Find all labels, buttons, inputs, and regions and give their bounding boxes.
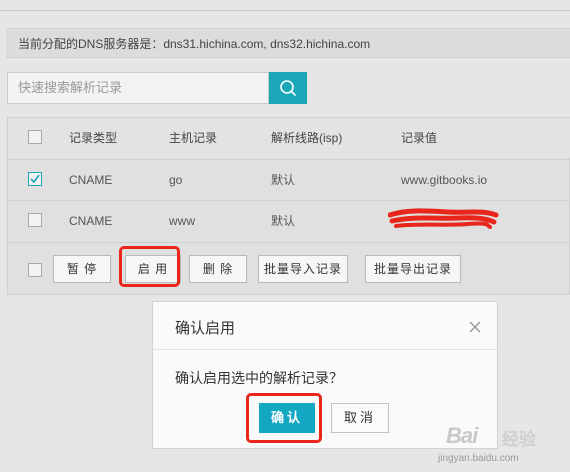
header-host-record: 主机记录 <box>169 131 218 145</box>
enable-button-highlight <box>119 246 180 287</box>
table-row[interactable]: CNAME go 默认 www.gitbooks.io <box>8 159 570 200</box>
top-divider <box>0 10 570 11</box>
row-checkbox[interactable] <box>28 213 42 227</box>
cancel-button[interactable]: 取消 <box>331 403 389 433</box>
dns-records-table: 记录类型 主机记录 解析线路(isp) 记录值 CNAME go 默认 www.… <box>7 117 570 295</box>
baidu-jingyan-watermark: Bai 经验 jingyan.baidu.com <box>432 417 570 472</box>
record-value: www.gitbooks.io <box>401 173 488 187</box>
close-icon[interactable] <box>469 321 481 333</box>
batch-actions-bar: 暂 停 启 用 删 除 批量导入记录 批量导出记录 <box>8 242 570 295</box>
dialog-divider <box>153 349 497 350</box>
delete-button[interactable]: 删 除 <box>189 255 247 283</box>
confirm-button-highlight <box>246 393 322 443</box>
header-record-type: 记录类型 <box>69 131 118 145</box>
dns-server-info: 当前分配的DNS服务器是：dns31.hichina.com, dns32.hi… <box>6 28 570 58</box>
pause-button[interactable]: 暂 停 <box>53 255 111 283</box>
batch-export-button[interactable]: 批量导出记录 <box>365 255 461 283</box>
record-type: CNAME <box>69 214 113 228</box>
header-record-value: 记录值 <box>401 131 438 145</box>
search-button[interactable] <box>269 72 307 104</box>
host-record: www <box>169 214 195 228</box>
redaction-scribble <box>388 208 499 229</box>
resolution-line: 默认 <box>271 214 296 228</box>
record-type: CNAME <box>69 173 113 187</box>
header-resolution-line: 解析线路(isp) <box>271 131 343 145</box>
search-input[interactable]: 快速搜索解析记录 <box>7 72 269 104</box>
watermark-brand: 经验 <box>502 430 536 449</box>
watermark-logo: Bai <box>446 423 478 448</box>
resolution-line: 默认 <box>271 173 296 187</box>
select-all-checkbox[interactable] <box>28 130 42 144</box>
checkmark-icon <box>30 174 40 184</box>
batch-select-checkbox[interactable] <box>28 263 42 277</box>
host-record: go <box>169 173 183 187</box>
search-icon <box>280 80 297 97</box>
batch-import-button[interactable]: 批量导入记录 <box>258 255 348 283</box>
dialog-message: 确认启用选中的解析记录？ <box>175 370 343 386</box>
table-header-row: 记录类型 主机记录 解析线路(isp) 记录值 <box>8 118 570 158</box>
dialog-title: 确认启用 <box>175 320 236 337</box>
row-checkbox-checked[interactable] <box>28 172 42 186</box>
watermark-url: jingyan.baidu.com <box>438 453 519 464</box>
